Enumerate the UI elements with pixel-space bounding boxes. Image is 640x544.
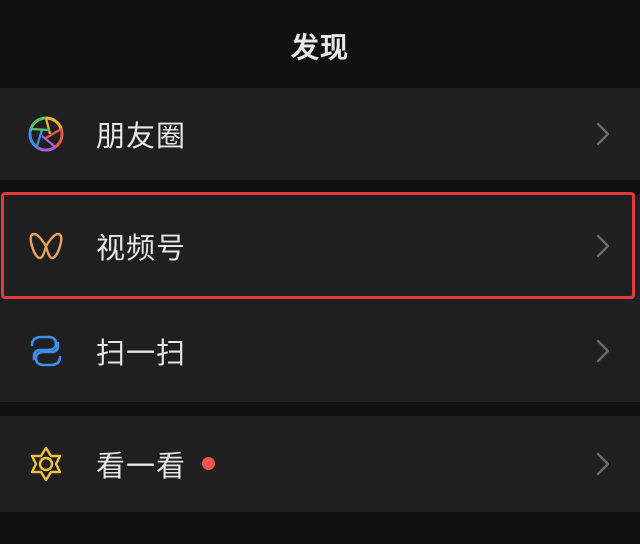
- chevron-right-icon: [596, 234, 610, 258]
- navigation-bar: 发现: [0, 0, 640, 86]
- list-item-moments[interactable]: 朋友圈: [0, 88, 640, 180]
- chevron-right-icon: [596, 452, 610, 476]
- list-item-channels[interactable]: 视频号: [0, 194, 640, 298]
- notification-dot: [202, 457, 215, 470]
- list-item-scan[interactable]: 扫一扫: [0, 299, 640, 402]
- chevron-right-icon: [596, 122, 610, 146]
- chevron-right-icon: [596, 339, 610, 363]
- page-title: 发现: [290, 31, 349, 64]
- top-stories-group: 看一看: [0, 416, 640, 512]
- scan-label: 扫一扫: [96, 335, 187, 370]
- moments-group: 朋友圈: [0, 88, 640, 180]
- moments-aperture-icon: [26, 114, 66, 154]
- list-item-top-stories[interactable]: 看一看: [0, 416, 640, 512]
- top-stories-label: 看一看: [96, 449, 187, 483]
- moments-label: 朋友圈: [96, 119, 187, 153]
- channels-label: 视频号: [96, 231, 187, 265]
- channels-scan-group: 视频号 扫一扫: [0, 194, 640, 402]
- top-stories-icon: [26, 444, 66, 484]
- scan-icon: [26, 331, 66, 371]
- channels-icon: [26, 226, 66, 266]
- discover-screen: 发现 朋友圈 视频号 扫一扫 看一看: [0, 0, 640, 544]
